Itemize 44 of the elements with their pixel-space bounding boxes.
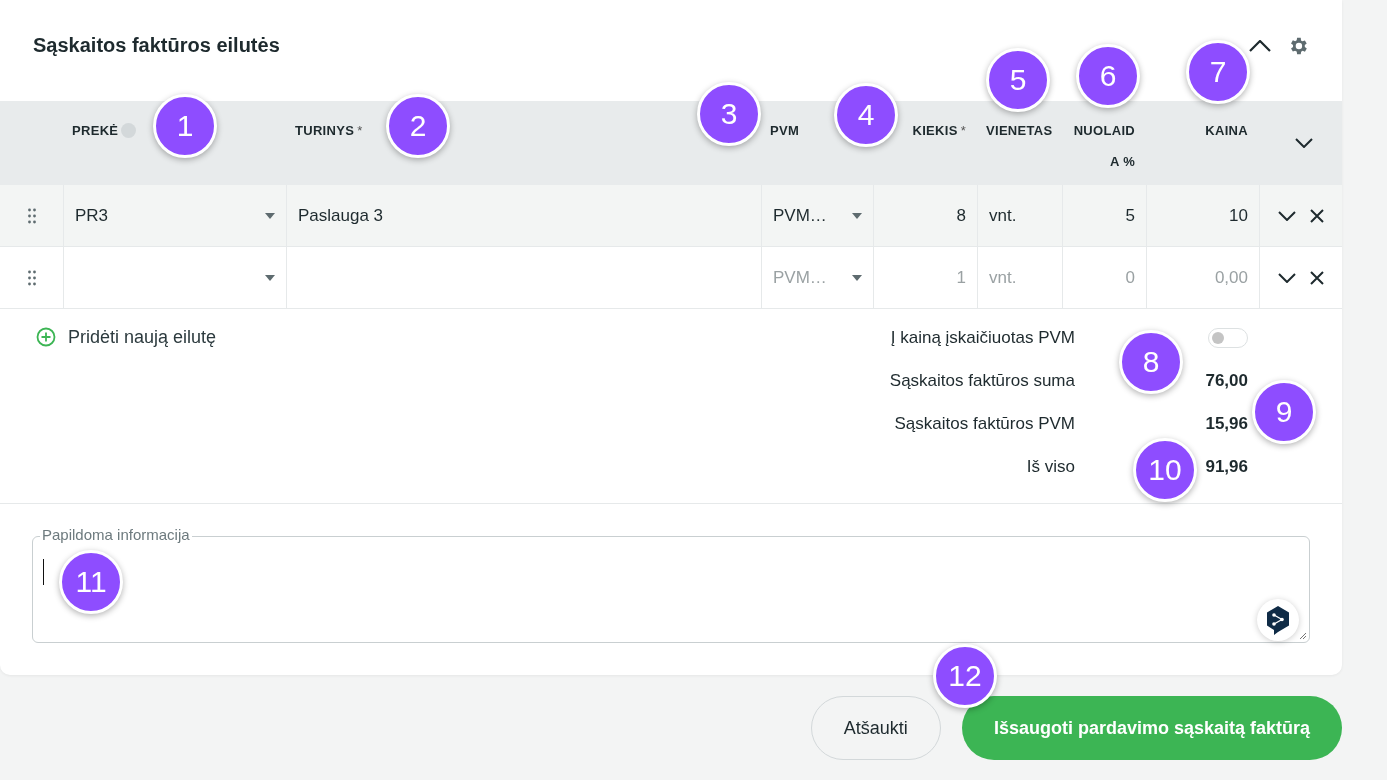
- add-row-link[interactable]: Pridėti naują eilutę: [36, 325, 217, 349]
- caret-icon: [852, 212, 862, 219]
- delete-row-button[interactable]: [1308, 268, 1326, 287]
- delete-row-button[interactable]: [1308, 206, 1326, 225]
- cancel-button[interactable]: Atšaukti: [810, 696, 941, 760]
- caret-icon: [265, 212, 275, 219]
- totals-label: Sąskaitos faktūros suma: [889, 369, 1075, 392]
- collapse-button[interactable]: [1249, 39, 1271, 52]
- totals-value: 91,96: [1205, 456, 1248, 477]
- caret-icon: [265, 274, 275, 281]
- resize-grip-icon[interactable]: [1299, 632, 1307, 640]
- expand-row-button[interactable]: [1276, 208, 1298, 223]
- chevron-up-icon: [1249, 39, 1271, 52]
- column-header: TURINYS: [295, 122, 355, 140]
- column-header: KAINA: [1205, 122, 1248, 140]
- expand-row-button[interactable]: [1276, 270, 1298, 285]
- item-dropdown[interactable]: PR3: [64, 185, 287, 246]
- discount-field[interactable]: 5: [1063, 185, 1147, 246]
- unit-field[interactable]: vnt.: [978, 185, 1063, 246]
- required-mark: *: [357, 122, 363, 140]
- quantity-field[interactable]: 8: [874, 185, 978, 246]
- expand-all-chevron-icon[interactable]: [1295, 138, 1313, 148]
- drag-handle-icon[interactable]: [27, 207, 36, 224]
- vat-included-toggle[interactable]: [1208, 327, 1248, 348]
- column-header: PREKĖ: [72, 122, 119, 140]
- price-field[interactable]: 10: [1147, 185, 1260, 246]
- totals-value: 76,00: [1205, 370, 1248, 391]
- column-header: VIENETAS: [986, 122, 1053, 140]
- section-title: Sąskaitos faktūros eilutės: [33, 34, 281, 57]
- required-mark: *: [960, 122, 966, 140]
- plus-icon: [36, 327, 56, 347]
- column-header: NUOLAIDA %: [1072, 122, 1135, 171]
- content-field[interactable]: Paslauga 3: [287, 185, 762, 246]
- field-label: Papildoma informacija: [40, 526, 192, 543]
- hexagon-share-icon[interactable]: [1257, 599, 1299, 641]
- column-header: PVM: [770, 122, 800, 140]
- drag-handle-icon[interactable]: [27, 269, 36, 286]
- totals-label: Į kainą įskaičiuotas PVM: [889, 326, 1075, 349]
- caret-icon: [852, 274, 862, 281]
- vat-dropdown[interactable]: PVM…: [762, 185, 874, 246]
- totals-label: Iš viso: [1025, 455, 1075, 478]
- column-header: KIEKIS: [912, 122, 958, 140]
- totals-label: Sąskaitos faktūros PVM: [893, 412, 1075, 435]
- totals-value: 15,96: [1205, 413, 1248, 434]
